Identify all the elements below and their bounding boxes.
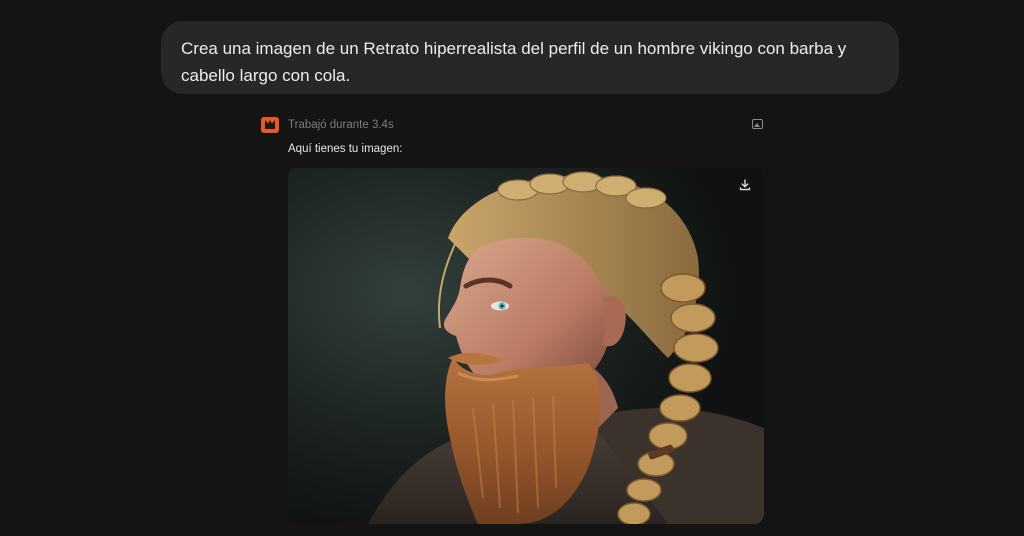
generated-image[interactable]	[288, 168, 764, 524]
assistant-message: Trabajó durante 3.4s Aquí tienes tu imag…	[261, 116, 767, 155]
worked-duration-text: Trabajó durante 3.4s	[288, 119, 394, 131]
image-icon[interactable]	[752, 119, 763, 129]
download-button[interactable]	[736, 176, 754, 194]
user-message-text: Crea una imagen de un Retrato hiperreali…	[181, 39, 847, 85]
assistant-reply-text: Aquí tienes tu imagen:	[288, 143, 403, 155]
chat-page: Crea una imagen de un Retrato hiperreali…	[0, 0, 1024, 536]
assistant-meta-row: Trabajó durante 3.4s	[261, 116, 767, 134]
download-icon	[739, 179, 751, 191]
cat-logo-icon	[261, 117, 279, 133]
user-message-bubble: Crea una imagen de un Retrato hiperreali…	[161, 21, 899, 94]
viking-portrait-illustration	[288, 168, 764, 524]
